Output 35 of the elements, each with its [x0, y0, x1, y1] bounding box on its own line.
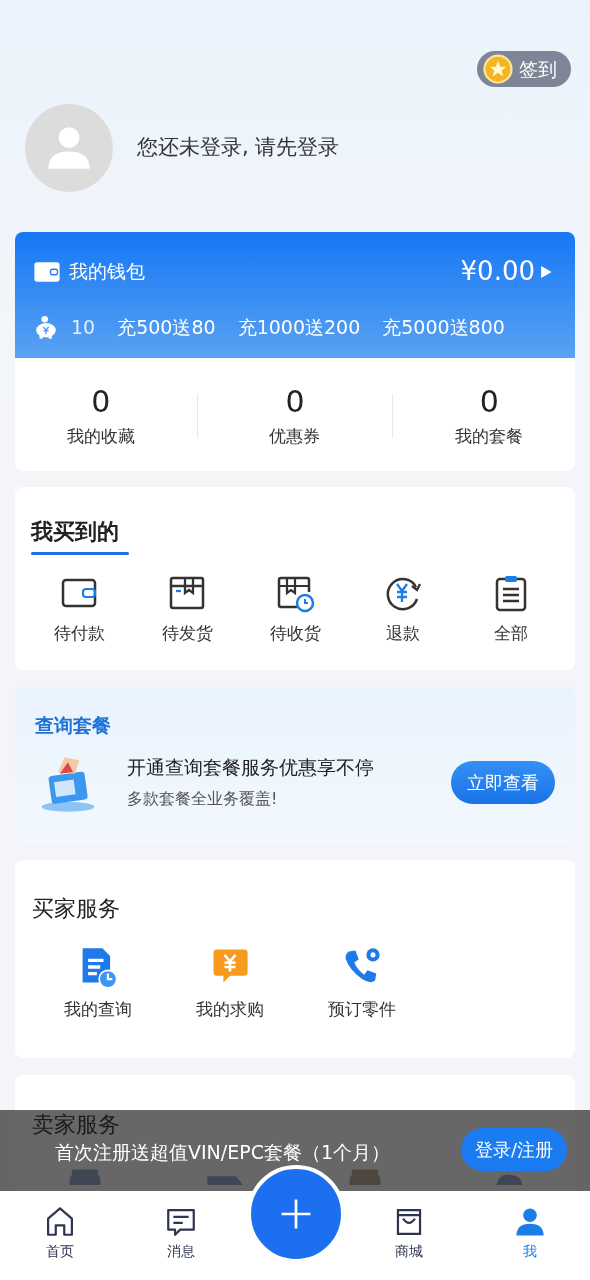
tab-bar-item[interactable]: 消息 — [120, 1191, 241, 1280]
service-link[interactable]: 预订零件 — [328, 997, 396, 1023]
wallet-balance: ¥0.00 — [460, 255, 535, 288]
section-title: 我买到的 — [31, 518, 120, 546]
order-status-link[interactable]: 全部 — [494, 621, 528, 647]
order-status-link[interactable]: 待发货 — [161, 621, 213, 647]
stat-count[interactable]: 0 — [91, 383, 111, 420]
order-status-link[interactable]: 退款 — [386, 621, 420, 647]
service-link[interactable]: 我的查询 — [64, 997, 132, 1023]
person-silhouette-icon — [46, 125, 92, 171]
promo-headline: 开通查询套餐服务优惠享不停 — [127, 754, 375, 780]
section-title: 卖家服务 — [32, 1111, 120, 1139]
stat-label[interactable]: 我的收藏 — [66, 423, 135, 449]
section-title: 买家服务 — [32, 895, 121, 923]
stat-label[interactable]: 我的套餐 — [455, 423, 524, 449]
stat-label[interactable]: 优惠券 — [269, 423, 321, 449]
order-status-link[interactable]: 待付款 — [53, 621, 105, 647]
sign-in-button[interactable]: 签到 — [477, 51, 571, 87]
login-register-button[interactable]: 登录/注册 — [460, 1128, 567, 1171]
play-arrow-icon — [539, 264, 553, 279]
banner-text: 首次注册送超值VIN/EPC套餐（1个月） — [55, 1140, 391, 1165]
recharge-offer: 10 — [71, 315, 96, 340]
tab-bar-item[interactable]: 首页 — [0, 1191, 121, 1280]
tab-bar-item[interactable]: 我 — [469, 1191, 590, 1280]
order-status-link[interactable]: 待收货 — [269, 621, 321, 647]
promo-subtitle: 多款套餐全业务覆盖! — [127, 788, 279, 811]
service-link[interactable]: 我的求购 — [196, 997, 264, 1023]
tab-bar-item[interactable]: 商城 — [349, 1191, 470, 1280]
section-title: 查询套餐 — [35, 712, 112, 738]
stat-count[interactable]: 0 — [479, 383, 499, 420]
stat-count[interactable]: 0 — [285, 383, 305, 420]
wallet-title: 我的钱包 — [69, 259, 145, 285]
piggy-bank-icon — [33, 314, 59, 341]
view-button[interactable]: 立即查看 — [451, 760, 555, 804]
login-prompt[interactable]: 您还未登录, 请先登录 — [137, 132, 340, 164]
